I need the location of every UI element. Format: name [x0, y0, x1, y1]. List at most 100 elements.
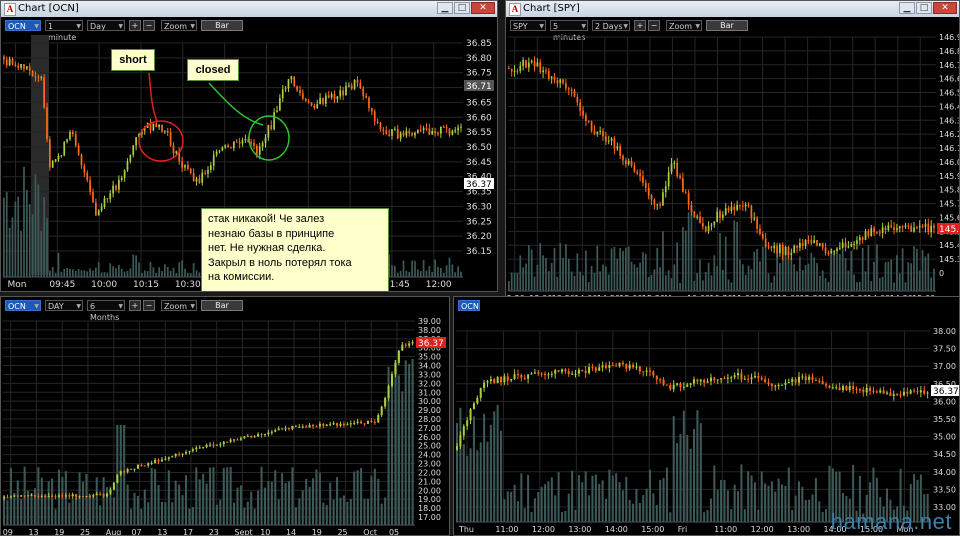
candle-body: [373, 422, 376, 424]
volume-bar: [867, 245, 870, 291]
volume-bar: [830, 248, 833, 291]
volume-bar: [158, 267, 160, 277]
volume-bar: [437, 266, 439, 277]
candle-body: [933, 225, 935, 228]
candle-body: [733, 375, 736, 378]
candle-body: [431, 131, 434, 135]
volume-bar: [493, 411, 496, 522]
volume-bar: [924, 256, 927, 291]
volume-bar: [60, 271, 63, 277]
candle-body: [916, 391, 919, 393]
volume-bar: [466, 455, 469, 522]
volume-bar: [659, 267, 661, 291]
volume-bar: [760, 471, 763, 522]
volume-bar: [394, 265, 396, 277]
volume-bar: [527, 474, 530, 522]
candle-body: [753, 218, 756, 220]
ocn-minute-chart[interactable]: 38.0037.5037.0036.5036.0035.5035.0034.50…: [454, 297, 960, 536]
volume-bar: [399, 270, 402, 277]
volume-bar: [195, 270, 198, 277]
candle-body: [764, 379, 767, 383]
volume-bar: [636, 267, 639, 291]
candle-body: [382, 129, 385, 131]
volume-bar: [713, 255, 716, 291]
x-tick-label: Fri: [678, 525, 688, 534]
volume-bar: [270, 481, 273, 525]
volume-bar: [684, 230, 687, 291]
candle-body: [219, 444, 222, 446]
candle-body: [801, 242, 804, 246]
volume-bar: [336, 477, 339, 525]
candle-body: [673, 162, 676, 164]
x-tick-label: Sept: [234, 528, 252, 536]
x-tick-label: 19: [312, 528, 322, 536]
candle-body: [508, 67, 510, 69]
candle-body: [227, 145, 229, 148]
ocn-daily-chart[interactable]: 39.0038.0037.0036.0035.0034.0033.0032.00…: [1, 297, 450, 536]
candle-body: [723, 378, 726, 380]
candle-body: [602, 131, 604, 137]
candle-body: [750, 377, 753, 380]
volume-bar: [236, 487, 239, 525]
volume-bar: [126, 270, 129, 277]
candle-body: [195, 178, 198, 182]
volume-bar: [818, 501, 821, 522]
y-tick-label: 145.6: [939, 213, 960, 222]
candle-body: [679, 383, 682, 388]
volume-bar: [454, 272, 457, 277]
volume-bar: [737, 491, 740, 522]
volume-bar: [702, 280, 704, 291]
candle-body: [133, 468, 136, 470]
candle-body: [411, 133, 413, 136]
volume-bar: [80, 270, 83, 277]
candle-body: [756, 218, 758, 229]
y-tick-label: 146.1: [939, 144, 960, 153]
candle-body: [533, 372, 536, 374]
volume-bar: [741, 264, 744, 291]
candle-body: [713, 377, 716, 381]
annotation-closed: closed: [187, 59, 239, 81]
volume-bar: [260, 466, 263, 525]
candle-body: [43, 77, 45, 108]
candle-body: [250, 435, 253, 438]
candle-body: [64, 495, 67, 497]
candle-body: [422, 128, 425, 131]
spy-intraday-chart[interactable]: 146.9 146.8 146.7 146.6 146.5 146.4 146.3 146.2…: [506, 1, 960, 306]
candle-body: [466, 420, 469, 427]
candle-body: [349, 423, 352, 425]
y-tick-label: 36.60: [466, 113, 492, 123]
volume-bar: [784, 485, 787, 522]
candle-body: [921, 225, 924, 227]
candle-body: [363, 423, 366, 425]
y-tick-label: 146.4: [939, 102, 960, 111]
y-tick-label: 18.00: [418, 504, 441, 513]
candle-body: [3, 56, 5, 60]
volume-bar: [639, 262, 641, 291]
candle-body: [99, 493, 102, 495]
candle-body: [554, 370, 557, 374]
volume-bar: [679, 434, 682, 522]
candle-body: [664, 186, 667, 193]
volume-bar: [88, 494, 91, 525]
candle-body: [129, 154, 132, 162]
volume-bar: [160, 501, 163, 525]
candle-body: [5, 59, 8, 66]
candle-body: [33, 495, 36, 497]
candle-body: [493, 379, 496, 383]
volume-bar: [17, 196, 20, 277]
volume-bar: [92, 270, 94, 277]
candle-body: [885, 392, 889, 394]
candle-body: [910, 225, 913, 232]
volume-bar: [588, 495, 591, 522]
candle-body: [536, 62, 539, 67]
candle-body: [167, 457, 170, 459]
volume-bar: [425, 270, 428, 277]
candle-body: [57, 495, 60, 497]
volume-bar: [550, 263, 553, 291]
candle-body: [615, 365, 618, 367]
volume-bar: [873, 261, 875, 291]
candle-body: [371, 108, 373, 112]
volume-bar: [219, 499, 222, 525]
volume-bar: [632, 503, 635, 522]
candle-body: [77, 145, 80, 155]
